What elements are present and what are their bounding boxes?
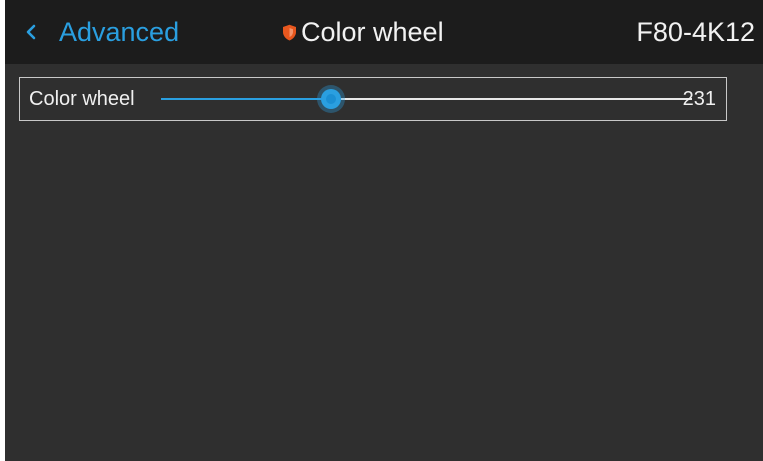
color-wheel-setting-row[interactable]: Color wheel 231 (19, 77, 727, 121)
setting-label: Color wheel (29, 87, 135, 110)
shield-icon (282, 23, 298, 41)
setting-value: 231 (682, 87, 716, 110)
back-label: Advanced (59, 16, 180, 47)
back-button[interactable]: Advanced (25, 14, 179, 50)
projector-menu-screen: Advanced Color wheel F80-4K12 Color whee… (5, 0, 763, 461)
header-bar: Advanced Color wheel F80-4K12 (5, 0, 763, 64)
slider-fill (161, 98, 331, 100)
slider-thumb[interactable] (321, 89, 341, 109)
page-title: Color wheel (282, 14, 444, 50)
color-wheel-slider[interactable] (161, 78, 692, 120)
page-title-text: Color wheel (301, 16, 444, 47)
model-name: F80-4K12 (636, 16, 755, 47)
chevron-left-icon (25, 14, 43, 50)
